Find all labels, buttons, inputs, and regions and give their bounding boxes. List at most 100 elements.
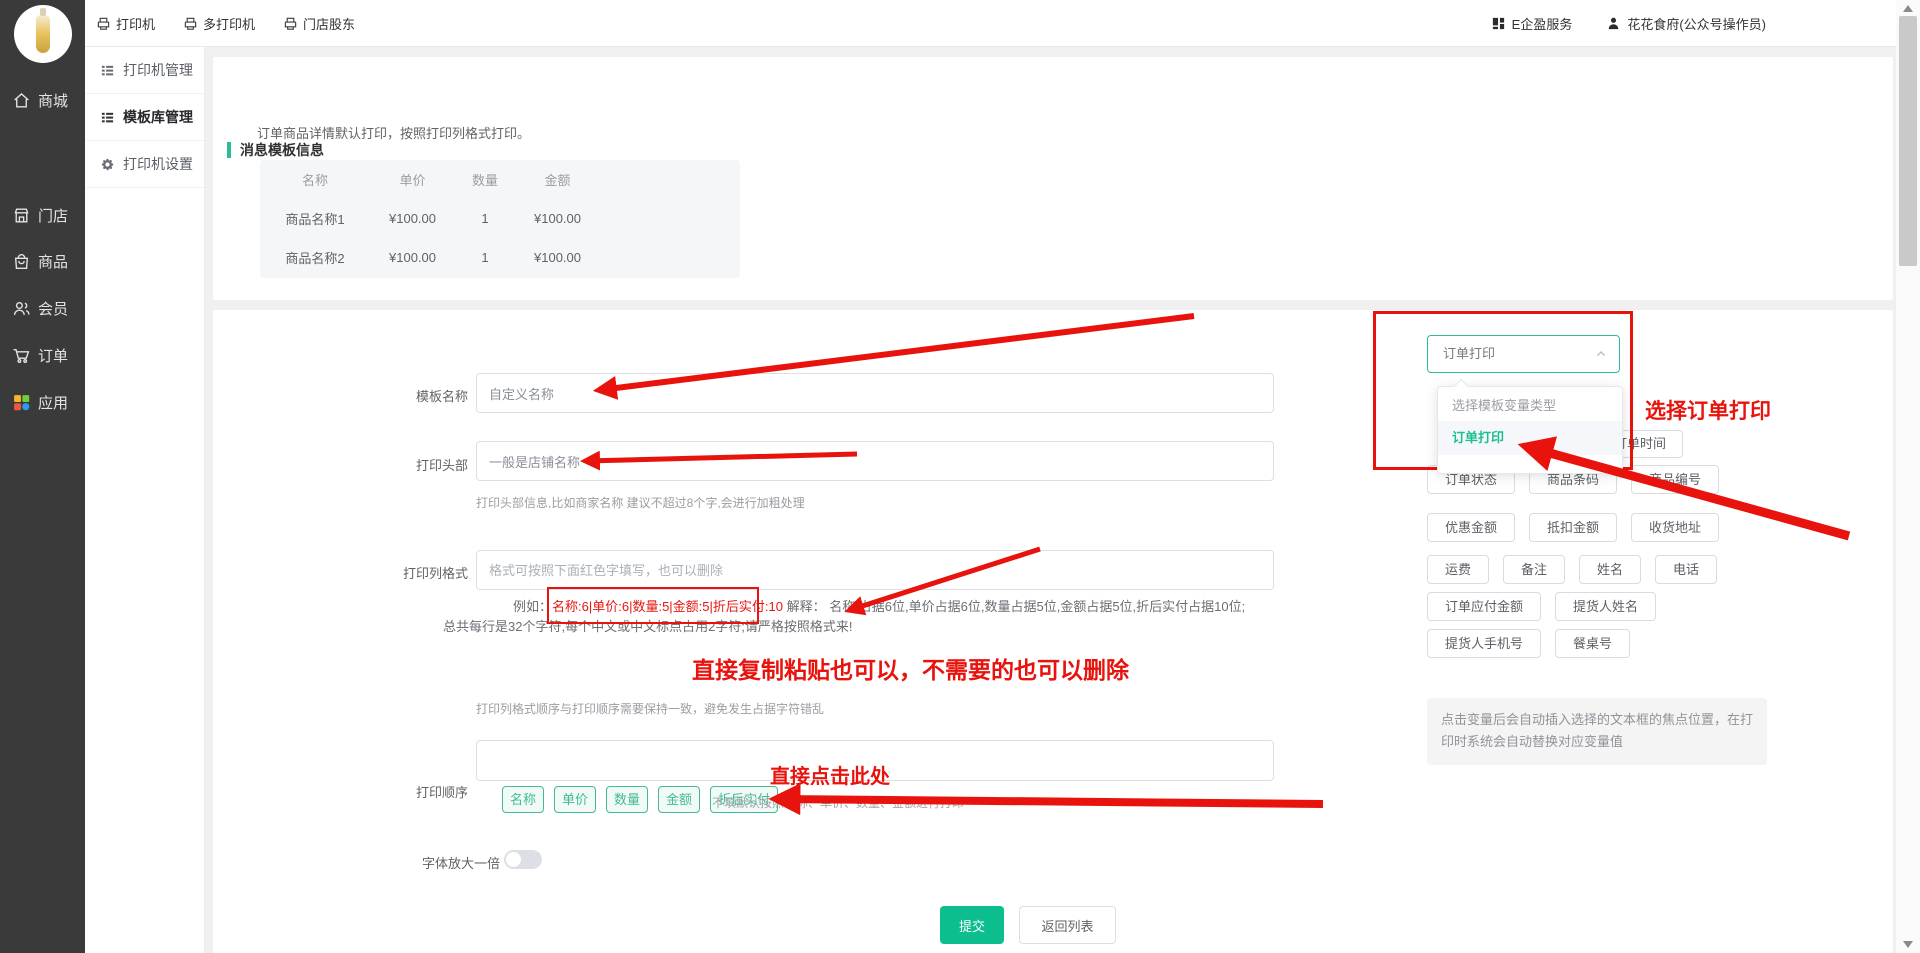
var-tag-pickup-name[interactable]: 提货人姓名	[1555, 592, 1656, 621]
topnav-multi-printer[interactable]: 多打印机	[183, 14, 255, 33]
print-header-input[interactable]	[476, 441, 1274, 481]
sidebar-item-label: 门店	[38, 205, 68, 226]
submenu-item-printer-settings[interactable]: 打印机设置	[85, 141, 204, 188]
back-to-list-button[interactable]: 返回列表	[1019, 906, 1116, 944]
table-cell: 商品名称1	[260, 209, 370, 228]
col-format-input[interactable]	[476, 550, 1274, 590]
submenu-item-label: 模板库管理	[123, 107, 193, 127]
table-cell: 1	[455, 250, 515, 265]
table-header: 单价	[370, 170, 455, 189]
account-menu[interactable]: 花花食府(公众号操作员)	[1606, 14, 1766, 33]
var-tag-row: 订单应付金额 提货人姓名	[1427, 592, 1656, 621]
topnav-store-shareholder[interactable]: 门店股东	[283, 14, 355, 33]
service-label: E企盈服务	[1512, 14, 1573, 33]
list-icon	[100, 63, 115, 78]
main-sidebar: 商城 门店 商品 会员 订单 应用	[0, 0, 85, 953]
order-tag-name[interactable]: 名称	[502, 786, 544, 813]
topnav-multi-printer-label: 多打印机	[203, 14, 255, 33]
topnav-store-shareholder-label: 门店股东	[303, 14, 355, 33]
topnav: 打印机 多打印机 门店股东	[96, 0, 355, 47]
submenu-item-template-library[interactable]: 模板库管理	[85, 94, 204, 141]
printer-icon	[96, 16, 111, 31]
table-cell: ¥100.00	[370, 250, 455, 265]
title-accent-bar	[227, 142, 231, 158]
dropdown-header: 选择模板变量类型	[1438, 387, 1622, 421]
storefront-icon	[12, 206, 31, 225]
var-tag-order-payable[interactable]: 订单应付金额	[1427, 592, 1541, 621]
page-scrollbar[interactable]	[1896, 0, 1920, 953]
print-header-hint: 打印头部信息,比如商家名称 建议不超过8个字,会进行加粗处理	[476, 494, 805, 511]
sidebar-item-members[interactable]: 会员	[0, 288, 85, 328]
order-tag-quantity[interactable]: 数量	[606, 786, 648, 813]
list-icon	[100, 110, 115, 125]
sidebar-item-mall[interactable]: 商城	[0, 80, 85, 120]
submenu-item-printer-management[interactable]: 打印机管理	[85, 47, 204, 94]
template-form-card: 模板名称 打印头部 打印头部信息,比如商家名称 建议不超过8个字,会进行加粗处理…	[213, 310, 1893, 953]
table-cell: ¥100.00	[370, 211, 455, 226]
var-tag-row: 提货人手机号 餐桌号	[1427, 629, 1630, 658]
home-icon	[12, 91, 31, 110]
font-zoom-label: 字体放大一倍	[223, 853, 500, 872]
example-red-format: 名称:6|单价:6|数量:5|金额:5|折后实付:10	[552, 599, 783, 614]
var-tag-name[interactable]: 姓名	[1579, 555, 1641, 584]
variable-type-dropdown: 选择模板变量类型 订单打印	[1437, 386, 1623, 474]
var-tag-phone[interactable]: 电话	[1655, 555, 1717, 584]
sidebar-item-label: 订单	[38, 345, 68, 366]
order-tag-unit-price[interactable]: 单价	[554, 786, 596, 813]
variable-type-select[interactable]: 订单打印	[1427, 335, 1620, 373]
topnav-printer[interactable]: 打印机	[96, 14, 155, 33]
submenu-item-label: 打印机设置	[123, 154, 193, 174]
card-title-row: 消息模板信息	[227, 140, 324, 160]
sidebar-item-apps[interactable]: 应用	[0, 382, 85, 422]
user-icon	[1606, 16, 1621, 31]
avatar[interactable]	[14, 5, 72, 63]
sidebar-item-label: 商城	[38, 90, 68, 111]
gear-icon	[100, 157, 115, 172]
scrollbar-thumb[interactable]	[1899, 16, 1917, 266]
sidebar-item-store[interactable]: 门店	[0, 195, 85, 235]
members-icon	[12, 299, 31, 318]
var-tag-shipping-address[interactable]: 收货地址	[1631, 513, 1719, 542]
table-header: 金额	[515, 170, 600, 189]
sidebar-item-goods[interactable]: 商品	[0, 241, 85, 281]
var-tag-deduction-amount[interactable]: 抵扣金额	[1529, 513, 1617, 542]
template-name-input[interactable]	[476, 373, 1274, 413]
var-tag-row: 运费 备注 姓名 电话	[1427, 555, 1717, 584]
var-tag-product-number[interactable]: 商品编号	[1631, 465, 1719, 494]
template-name-label: 模板名称	[223, 386, 468, 405]
col-format-label: 打印列格式	[223, 563, 468, 582]
table-cell: 商品名称2	[260, 248, 370, 267]
submit-button[interactable]: 提交	[940, 906, 1004, 944]
example-prefix: 例如：	[513, 599, 552, 614]
var-tag-discount-amount[interactable]: 优惠金额	[1427, 513, 1515, 542]
page-title: 消息模板信息	[240, 140, 324, 160]
var-tag-pickup-phone[interactable]: 提货人手机号	[1427, 629, 1541, 658]
sidebar-item-orders[interactable]: 订单	[0, 335, 85, 375]
table-header: 名称	[260, 170, 370, 189]
var-tag-table-number[interactable]: 餐桌号	[1555, 629, 1630, 658]
var-tag-row: 优惠金额 抵扣金额 收货地址	[1427, 513, 1719, 542]
sidebar-item-label: 会员	[38, 298, 68, 319]
topbar-right: E企盈服务 花花食府(公众号操作员)	[1491, 0, 1766, 47]
submenu-item-label: 打印机管理	[123, 60, 193, 80]
account-label: 花花食府(公众号操作员)	[1627, 14, 1766, 33]
font-zoom-toggle[interactable]	[504, 850, 542, 869]
print-order-default-hint: 不填默认按照名称、单价、数量、金额进行打印	[712, 794, 964, 811]
perfume-bottle-image	[36, 15, 50, 53]
submenu: 打印机管理 模板库管理 打印机设置	[85, 47, 205, 953]
scrollbar-down-arrow[interactable]	[1903, 941, 1913, 948]
service-menu[interactable]: E企盈服务	[1491, 14, 1573, 33]
cart-icon	[12, 346, 31, 365]
print-order-input[interactable]	[476, 740, 1274, 781]
scrollbar-up-arrow[interactable]	[1903, 5, 1913, 12]
dropdown-option-order-print[interactable]: 订单打印	[1438, 421, 1622, 455]
var-tag-shipping-fee[interactable]: 运费	[1427, 555, 1489, 584]
order-tag-amount[interactable]: 金额	[658, 786, 700, 813]
printer-icon	[283, 16, 298, 31]
table-cell: ¥100.00	[515, 250, 600, 265]
table-cell: 1	[455, 211, 515, 226]
printer-icon	[183, 16, 198, 31]
card-description: 订单商品详情默认打印，按照打印列格式打印。	[257, 123, 530, 142]
print-header-label: 打印头部	[223, 455, 468, 474]
var-tag-remark[interactable]: 备注	[1503, 555, 1565, 584]
